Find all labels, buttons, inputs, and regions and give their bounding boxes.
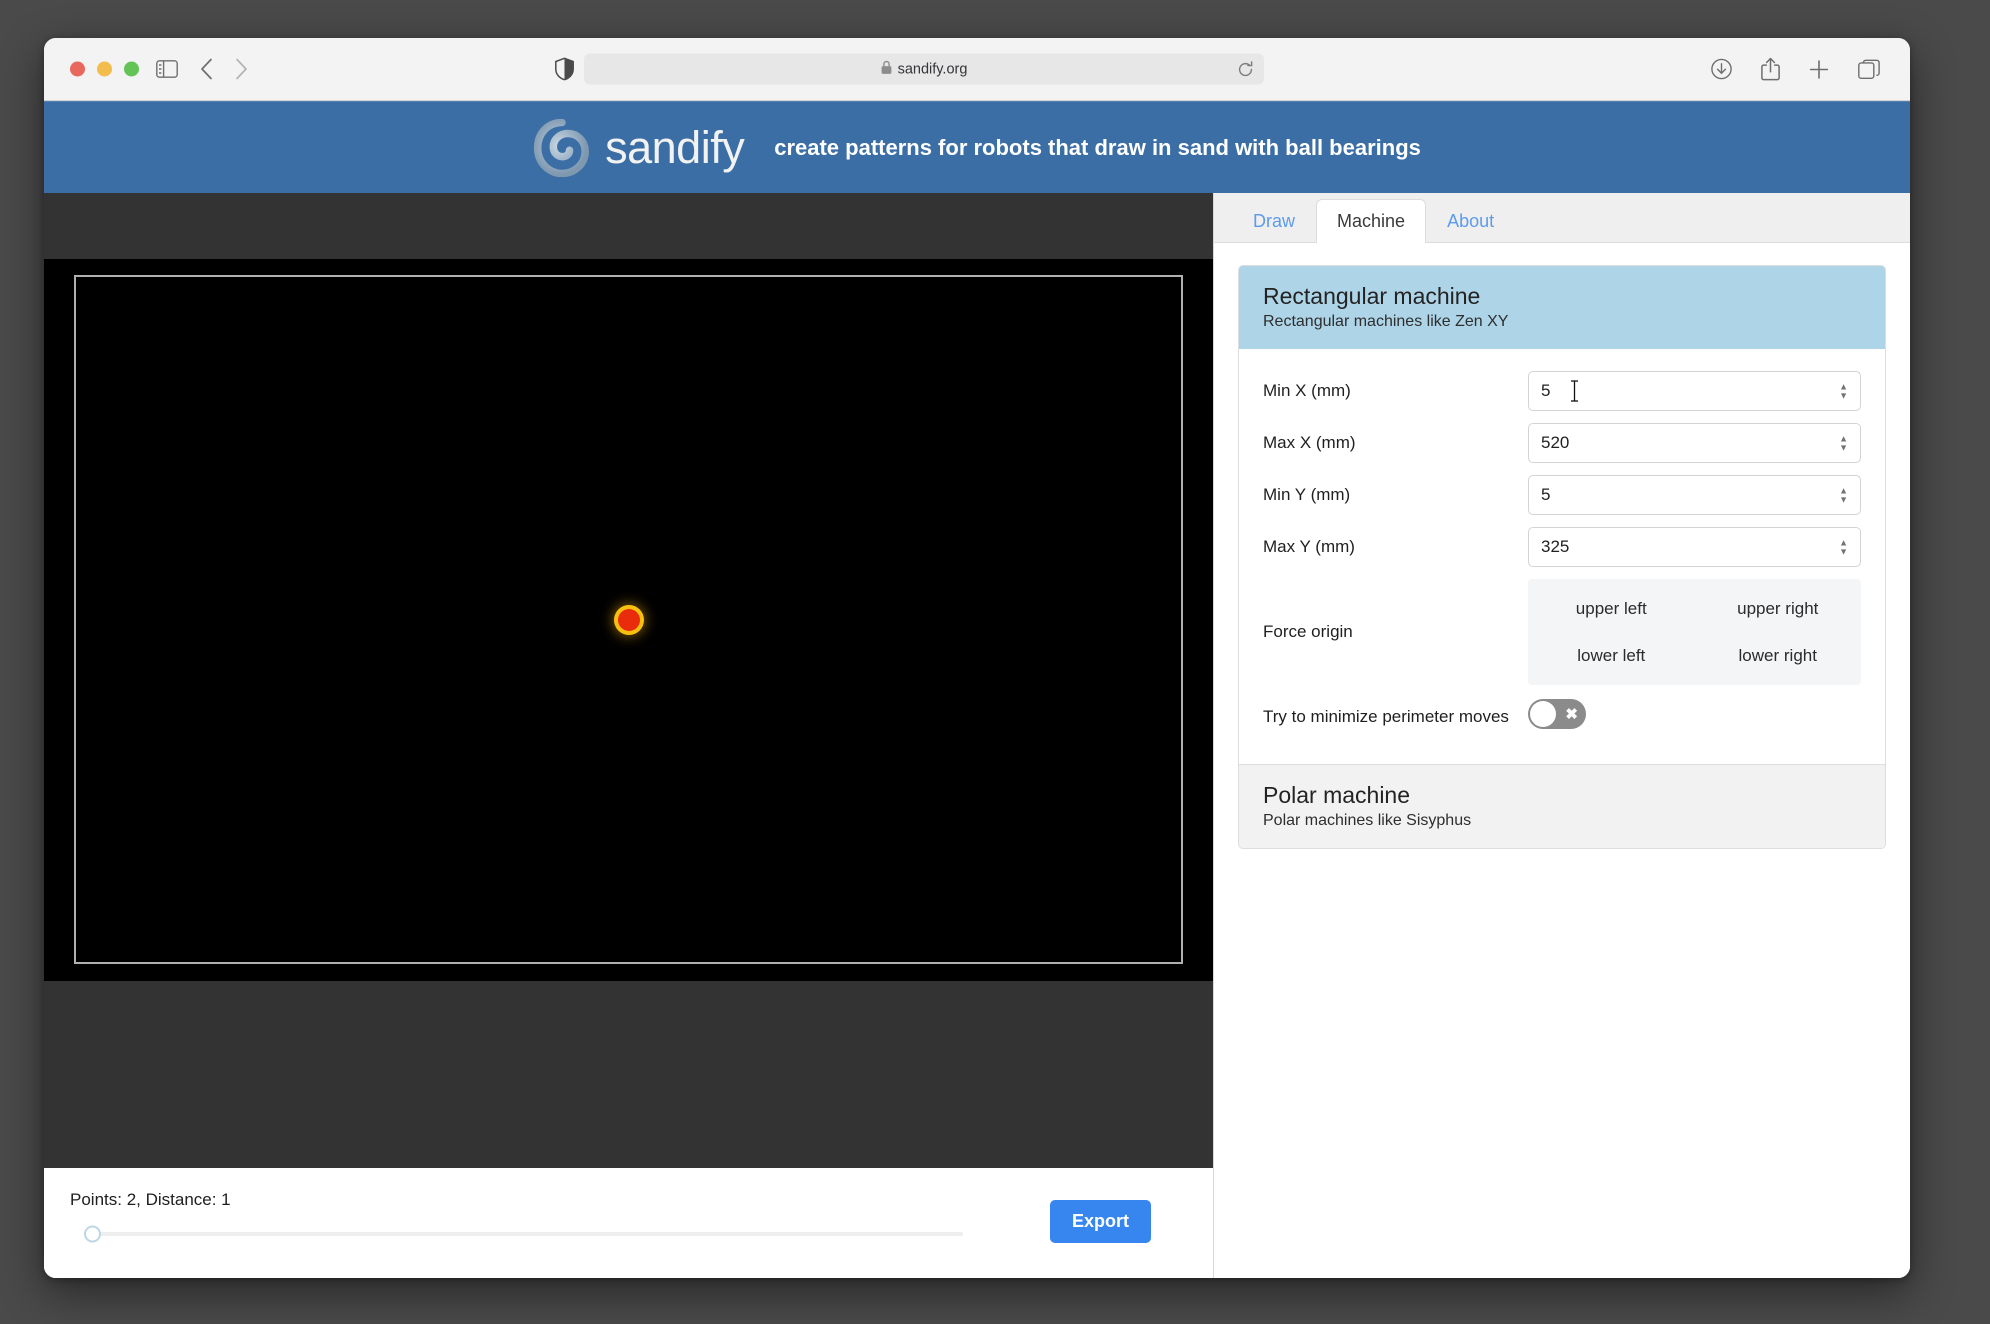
sidebar-icon[interactable]: [156, 60, 178, 78]
canvas-column: Points: 2, Distance: 1 Export: [44, 193, 1214, 1278]
min-x-stepper[interactable]: ▲ ▼: [1839, 382, 1848, 400]
slider-thumb[interactable]: [84, 1225, 101, 1243]
field-row-max-x: Max X (mm) 520 ▲ ▼: [1263, 423, 1861, 464]
brand-name: sandify: [605, 122, 745, 173]
zoom-window-button[interactable]: [124, 61, 139, 77]
window-traffic-lights: [70, 61, 139, 77]
address-bar-content: sandify.org: [881, 60, 968, 78]
toggle-off-icon: ✖: [1565, 705, 1578, 723]
new-tab-icon[interactable]: [1809, 59, 1829, 79]
site-header: sandify create patterns for robots that …: [44, 101, 1910, 193]
label-min-y: Min Y (mm): [1263, 485, 1351, 505]
label-minimize-perimeter: Try to minimize perimeter moves: [1263, 707, 1509, 727]
field-row-min-y: Min Y (mm) 5 ▲ ▼: [1263, 475, 1861, 516]
forward-icon[interactable]: [235, 58, 248, 80]
sandify-logo-icon: [533, 118, 590, 177]
polar-machine-header[interactable]: Polar machine Polar machines like Sisyph…: [1239, 763, 1885, 848]
control-max-y: 325 ▲ ▼: [1528, 527, 1861, 568]
polar-machine-subtitle: Polar machines like Sisyphus: [1263, 811, 1472, 829]
lock-icon: [881, 60, 892, 78]
tab-draw[interactable]: Draw: [1232, 199, 1316, 243]
min-x-input[interactable]: 5 ▲ ▼: [1528, 371, 1861, 412]
label-max-x: Max X (mm): [1263, 433, 1356, 453]
min-y-stepper[interactable]: ▲ ▼: [1839, 486, 1848, 504]
origin-upper-right[interactable]: upper right: [1737, 599, 1818, 619]
tab-overview-icon[interactable]: [1858, 59, 1880, 79]
desktop-background: sandify.org sandify create patterns for …: [0, 0, 1990, 1324]
canvas-footer: Points: 2, Distance: 1 Export: [44, 1168, 1213, 1278]
min-y-input[interactable]: 5 ▲ ▼: [1528, 475, 1861, 516]
polar-machine-title: Polar machine: [1263, 781, 1411, 808]
share-icon[interactable]: [1761, 57, 1780, 81]
address-bar[interactable]: sandify.org: [584, 53, 1264, 85]
origin-lower-left[interactable]: lower left: [1577, 646, 1645, 666]
chevron-down-icon[interactable]: ▼: [1839, 391, 1848, 400]
export-button[interactable]: Export: [1049, 1200, 1151, 1243]
browser-window: sandify.org sandify create patterns for …: [44, 38, 1910, 1278]
shield-icon[interactable]: [555, 57, 574, 81]
drawing-canvas[interactable]: [44, 259, 1213, 981]
field-row-force-origin: Force origin upper left upper right lowe…: [1263, 579, 1861, 686]
close-window-button[interactable]: [70, 61, 85, 77]
origin-upper-left[interactable]: upper left: [1576, 599, 1647, 619]
canvas-stage[interactable]: [44, 193, 1213, 1168]
chevron-down-icon[interactable]: ▼: [1839, 495, 1848, 504]
settings-panel: Draw Machine About Rectangular machine R…: [1214, 193, 1910, 1278]
chevron-up-icon[interactable]: ▲: [1839, 486, 1848, 495]
origin-lower-right[interactable]: lower right: [1739, 646, 1817, 666]
chevron-up-icon[interactable]: ▲: [1839, 382, 1848, 391]
panel-content: Rectangular machine Rectangular machines…: [1214, 243, 1910, 1278]
tab-machine[interactable]: Machine: [1316, 199, 1427, 243]
machine-accordion: Rectangular machine Rectangular machines…: [1238, 265, 1886, 849]
rectangular-machine-body: Min X (mm) 5 ▲ ▼ Max X (mm) 520 ▲ ▼ Min …: [1239, 349, 1885, 764]
tab-about[interactable]: About: [1426, 199, 1515, 243]
min-x-value: 5: [1541, 381, 1551, 401]
max-y-value: 325: [1541, 537, 1570, 557]
control-max-x: 520 ▲ ▼: [1528, 423, 1861, 464]
max-x-value: 520: [1541, 433, 1570, 453]
pattern-progress-slider[interactable]: [84, 1225, 963, 1243]
min-y-value: 5: [1541, 485, 1551, 505]
field-row-max-y: Max Y (mm) 325 ▲ ▼: [1263, 527, 1861, 568]
minimize-perimeter-toggle[interactable]: ✖: [1528, 699, 1586, 730]
toggle-knob: [1530, 701, 1556, 728]
max-y-input[interactable]: 325 ▲ ▼: [1528, 527, 1861, 568]
force-origin-group: upper left upper right lower left lower …: [1528, 579, 1861, 686]
panel-tab-bar: Draw Machine About: [1214, 193, 1910, 243]
field-row-min-x: Min X (mm) 5 ▲ ▼: [1263, 371, 1861, 412]
pattern-start-point: [617, 609, 640, 631]
browser-right-tools: [1711, 57, 1880, 81]
max-x-input[interactable]: 520 ▲ ▼: [1528, 423, 1861, 464]
downloads-icon[interactable]: [1711, 58, 1732, 80]
field-row-minimize-perimeter: Try to minimize perimeter moves ✖: [1263, 699, 1861, 730]
address-bar-url: sandify.org: [897, 61, 968, 77]
app-body: Points: 2, Distance: 1 Export Draw Machi…: [44, 193, 1910, 1278]
max-x-stepper[interactable]: ▲ ▼: [1839, 434, 1848, 452]
browser-toolbar: sandify.org: [44, 38, 1910, 101]
text-cursor-icon: [1569, 379, 1580, 403]
control-min-y: 5 ▲ ▼: [1528, 475, 1861, 516]
reload-icon[interactable]: [1237, 60, 1254, 78]
chevron-up-icon[interactable]: ▲: [1839, 434, 1848, 443]
control-force-origin: upper left upper right lower left lower …: [1528, 579, 1861, 686]
minimize-window-button[interactable]: [97, 61, 112, 77]
label-min-x: Min X (mm): [1263, 381, 1351, 401]
control-min-x: 5 ▲ ▼: [1528, 371, 1861, 412]
pattern-stats: Points: 2, Distance: 1: [70, 1190, 231, 1209]
label-force-origin: Force origin: [1263, 622, 1353, 642]
control-minimize-perimeter: ✖: [1528, 699, 1861, 730]
back-icon[interactable]: [200, 58, 213, 80]
rectangular-machine-title: Rectangular machine: [1263, 283, 1481, 309]
rectangular-machine-header[interactable]: Rectangular machine Rectangular machines…: [1239, 266, 1885, 350]
chevron-down-icon[interactable]: ▼: [1839, 443, 1848, 452]
rectangular-machine-subtitle: Rectangular machines like Zen XY: [1263, 313, 1509, 331]
max-y-stepper[interactable]: ▲ ▼: [1839, 538, 1848, 556]
browser-nav-group: [156, 58, 248, 80]
label-max-y: Max Y (mm): [1263, 537, 1355, 557]
site-tagline: create patterns for robots that draw in …: [774, 134, 1421, 160]
chevron-up-icon[interactable]: ▲: [1839, 538, 1848, 547]
chevron-down-icon[interactable]: ▼: [1839, 547, 1848, 556]
